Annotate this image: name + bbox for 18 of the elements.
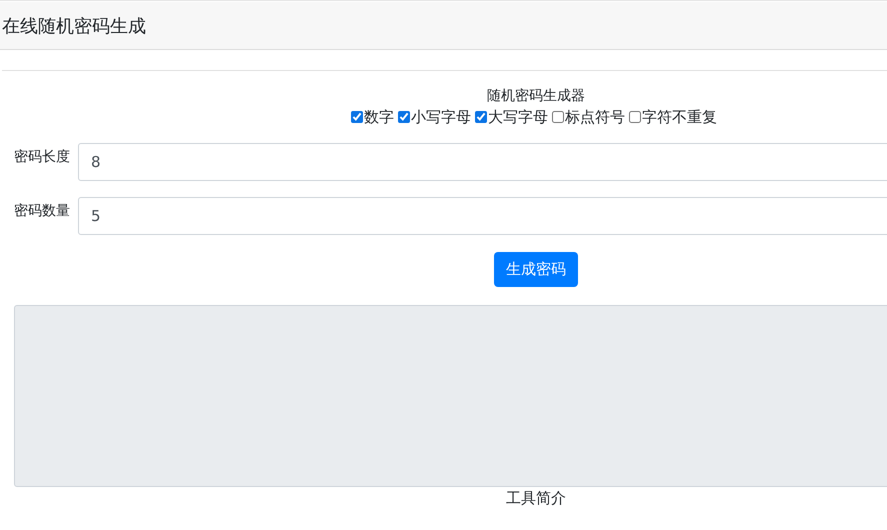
option-label: 数字 [364, 107, 394, 127]
generator-title: 随机密码生成器 [487, 88, 585, 104]
number-input[interactable]: 5 [78, 197, 887, 235]
option-label: 小写字母 [411, 107, 471, 127]
option-checkbox[interactable] [398, 111, 410, 123]
number-input[interactable]: 8 [78, 143, 887, 181]
page-title: 在线随机密码生成 [2, 14, 146, 38]
option-checkbox[interactable] [552, 111, 564, 123]
field-label: 密码数量 [14, 202, 71, 220]
intro-title: 工具简介 [506, 489, 566, 507]
field-label: 密码长度 [14, 148, 71, 166]
option-checkbox[interactable] [629, 111, 641, 123]
option-label: 字符不重复 [642, 107, 717, 127]
option-checkbox[interactable] [351, 111, 363, 123]
generate-button[interactable]: 生成密码 [494, 252, 578, 287]
option-checkbox[interactable] [475, 111, 487, 123]
option-label: 标点符号 [565, 107, 625, 127]
option-label: 大写字母 [488, 107, 548, 127]
